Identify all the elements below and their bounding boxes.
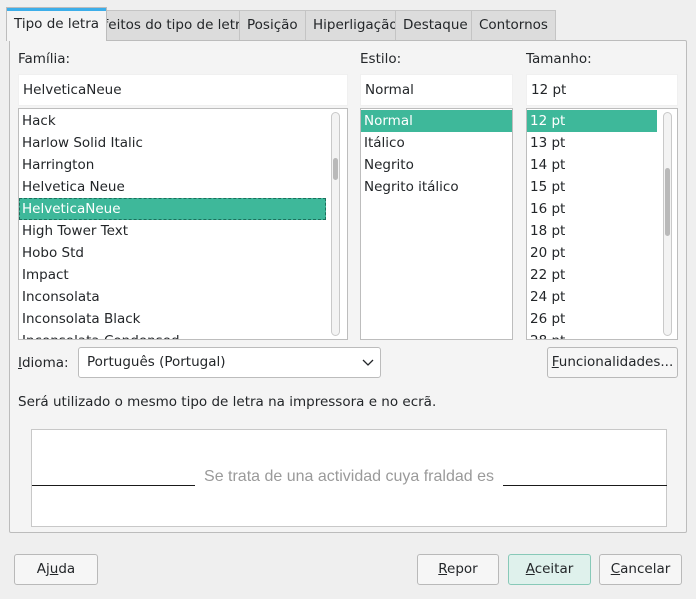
size-list-item[interactable]: 26 pt — [527, 308, 657, 330]
tab-position[interactable]: Posição — [239, 10, 306, 40]
style-input[interactable]: Normal — [360, 74, 513, 106]
size-scrollbar-thumb[interactable] — [665, 168, 670, 236]
preview-text: Se trata de una actividad cuya fraldad e… — [204, 468, 494, 485]
size-list-item[interactable]: 16 pt — [527, 198, 657, 220]
font-preview: Se trata de una actividad cuya fraldad e… — [31, 429, 667, 527]
ok-button[interactable]: Aceitar — [508, 554, 591, 585]
language-select[interactable]: Português (Portugal) — [78, 347, 381, 378]
size-list[interactable]: 12 pt 13 pt 14 pt 15 pt 16 pt 18 pt 20 pt 22 pt… — [526, 108, 678, 340]
cancel-button[interactable]: Cancelar — [599, 554, 682, 585]
tab-font-effects[interactable]: Efeitos do tipo de letra — [87, 10, 257, 40]
style-list-item[interactable]: Negrito — [361, 154, 512, 176]
family-list[interactable]: Hack Harlow Solid Italic Harrington Helveti… — [18, 108, 348, 340]
reset-button[interactable]: Repor — [417, 554, 499, 585]
size-input[interactable]: 12 pt — [526, 74, 678, 106]
size-list-item[interactable]: 18 pt — [527, 220, 657, 242]
family-list-item[interactable]: Harlow Solid Italic — [19, 132, 326, 154]
style-label: Estilo: — [360, 51, 402, 67]
chevron-down-icon — [362, 359, 374, 366]
family-list-item[interactable]: Hack — [19, 110, 326, 132]
language-label: Idioma: — [18, 355, 69, 371]
language-select-value: Português (Portugal) — [87, 354, 226, 370]
family-list-item[interactable]: Helvetica Neue — [19, 176, 326, 198]
size-list-item[interactable]: 28 pt — [527, 330, 657, 339]
size-list-item[interactable]: 20 pt — [527, 242, 657, 264]
family-list-item[interactable]: Inconsolata Black — [19, 308, 326, 330]
size-list-item[interactable]: 24 pt — [527, 286, 657, 308]
size-list-item[interactable]: 13 pt — [527, 132, 657, 154]
family-list-item[interactable]: Hobo Std — [19, 242, 326, 264]
style-list-item[interactable]: Itálico — [361, 132, 512, 154]
preview-baseline-right — [503, 485, 667, 486]
size-list-item[interactable]: 22 pt — [527, 264, 657, 286]
info-text: Será utilizado o mesmo tipo de letra na … — [18, 394, 437, 410]
family-list-item[interactable]: Impact — [19, 264, 326, 286]
tab-borders[interactable]: Contornos — [471, 10, 556, 40]
font-tab-panel: Família: HelveticaNeue Hack Harlow Solid … — [9, 40, 687, 533]
help-button[interactable]: Ajuda — [14, 554, 98, 585]
tab-highlight[interactable]: Destaque — [395, 10, 476, 40]
family-list-item[interactable]: Harrington — [19, 154, 326, 176]
family-list-item[interactable]: High Tower Text — [19, 220, 326, 242]
tab-font[interactable]: Tipo de letra — [6, 7, 108, 41]
size-list-item[interactable]: 15 pt — [527, 176, 657, 198]
size-list-item[interactable]: 12 pt — [527, 110, 657, 132]
style-list[interactable]: Normal Itálico Negrito Negrito itálico — [360, 108, 513, 340]
family-list-item[interactable]: HelveticaNeue — [19, 198, 326, 220]
style-list-item[interactable]: Normal — [361, 110, 512, 132]
family-scrollbar-thumb[interactable] — [333, 158, 338, 180]
family-list-item[interactable]: Inconsolata — [19, 286, 326, 308]
family-list-item[interactable]: Inconsolata Condensed — [19, 330, 326, 339]
size-label: Tamanho: — [526, 51, 592, 67]
family-scrollbar[interactable] — [331, 112, 340, 336]
family-label: Família: — [18, 51, 71, 67]
features-button[interactable]: Funcionalidades... — [547, 347, 678, 378]
family-input[interactable]: HelveticaNeue — [18, 74, 348, 106]
style-list-item[interactable]: Negrito itálico — [361, 176, 512, 198]
preview-baseline-left — [32, 485, 195, 486]
tab-hyperlink[interactable]: Hiperligação — [305, 10, 406, 40]
size-scrollbar[interactable] — [663, 112, 672, 336]
size-list-item[interactable]: 14 pt — [527, 154, 657, 176]
